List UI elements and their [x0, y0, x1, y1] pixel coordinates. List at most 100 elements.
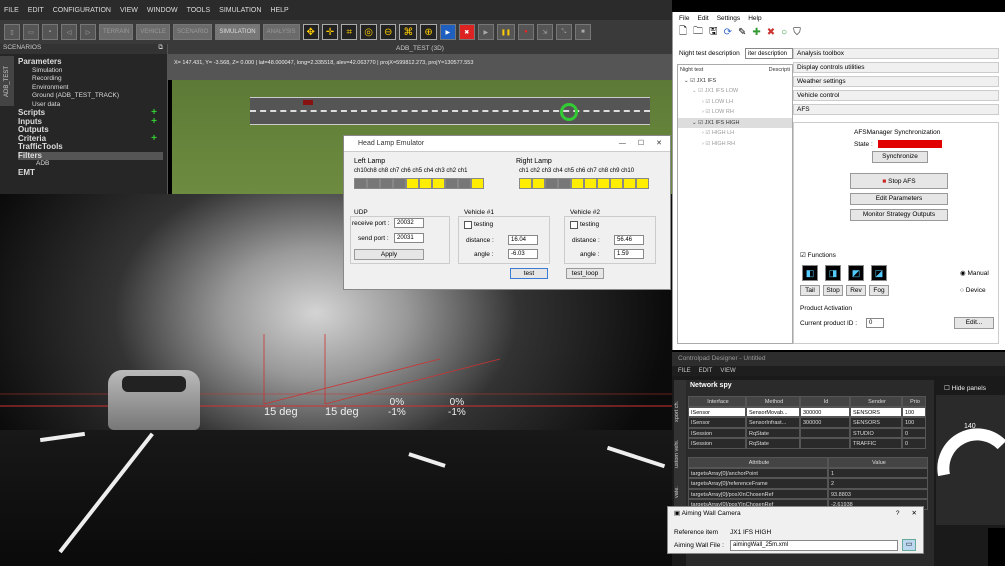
tree-node-ifs-low[interactable]: ⌄ ☑ JX1 IFS LOW — [678, 86, 792, 97]
aiming-wall-file-input[interactable]: aimingWall_25m.xml — [730, 540, 898, 551]
tab-scenario[interactable]: SCENARIO — [173, 24, 213, 40]
manual-radio[interactable]: ◉ Manual — [960, 269, 989, 277]
tab-vehicle[interactable]: VEHICLE — [136, 24, 171, 40]
vehicle1-testing-checkbox[interactable] — [464, 221, 472, 229]
current-product-spinner[interactable]: 0 — [866, 318, 884, 328]
table-row[interactable]: ISensor SensorInfrast... 300000 SENSORS 100 — [688, 417, 926, 428]
tail-light-icon[interactable]: ◧ — [802, 265, 818, 281]
stop-light-icon[interactable]: ◨ — [825, 265, 841, 281]
resize-icon[interactable]: ⤡ — [555, 24, 572, 40]
pen-icon[interactable]: ✎ — [738, 27, 746, 38]
add-icon[interactable]: + — [151, 116, 163, 127]
edit-product-button[interactable]: Edit... — [954, 317, 994, 329]
crosshair-icon[interactable]: ✛ — [321, 24, 339, 40]
functions-checkbox[interactable]: ☑ — [800, 252, 806, 259]
afs-menu-help[interactable]: Help — [748, 15, 761, 22]
v1-distance-input[interactable]: 16.04 — [508, 235, 538, 245]
side-tab-custom-vehicle[interactable]: ustom vehi. — [674, 422, 680, 468]
edit-parameters-button[interactable]: Edit Parameters — [850, 193, 948, 205]
tree-emt[interactable]: EMT — [18, 168, 163, 178]
fog-button[interactable]: Fog — [869, 285, 889, 296]
minimize-icon[interactable]: — — [619, 136, 626, 151]
reverse-light-icon[interactable]: ◩ — [848, 265, 864, 281]
tab-weather-settings[interactable]: Weather settings — [793, 76, 999, 87]
send-port-input[interactable]: 20031 — [394, 233, 424, 243]
open-icon[interactable]: ▭ — [23, 24, 39, 40]
menu-help[interactable]: HELP — [270, 7, 288, 14]
browse-folder-icon[interactable]: ▭ — [902, 539, 916, 551]
menu-view[interactable]: VIEW — [120, 7, 138, 14]
tree-node-low-rh[interactable]: › ☑ LOW RH — [678, 107, 792, 118]
tree-node-high-rh[interactable]: › ☑ HIGH RH — [678, 139, 792, 150]
forward-icon[interactable]: ▷ — [80, 24, 96, 40]
test-loop-button[interactable]: test_loop — [566, 268, 604, 279]
v2-distance-input[interactable]: 56.46 — [614, 235, 644, 245]
tree-node-ifs-high[interactable]: ⌄ ☑ JX1 IFS HIGH — [678, 117, 792, 128]
minus-circle-icon[interactable]: ⊖ — [380, 24, 397, 40]
save-icon[interactable]: 🖫 — [709, 24, 718, 41]
cd-menu-edit[interactable]: EDIT — [699, 366, 713, 376]
tree-simulation[interactable]: Simulation — [18, 67, 163, 76]
stop-button[interactable]: Stop — [823, 285, 843, 296]
night-test-desc-input[interactable]: iter description — [745, 48, 793, 59]
table-row[interactable]: ISession RqState TRAFFIC 0 — [688, 438, 926, 449]
tree-ground[interactable]: Ground (ADB_TEST_TRACK) — [18, 92, 163, 101]
close-icon[interactable]: ✕ — [656, 136, 662, 151]
apply-button[interactable]: Apply — [354, 249, 424, 260]
help-icon[interactable]: ? — [896, 507, 900, 521]
tree-recording[interactable]: Recording — [18, 75, 163, 84]
export-icon[interactable]: ⇲ — [536, 24, 553, 40]
stop-x-icon[interactable]: ✖ — [458, 24, 475, 40]
table-row[interactable]: targetsArray[0]/posXInChosenRef 93.8803 — [688, 488, 928, 499]
synchronize-button[interactable]: Synchronize — [872, 151, 928, 163]
refresh-icon[interactable]: ⟳ — [724, 27, 732, 38]
target-icon[interactable]: ◎ — [360, 24, 378, 40]
afs-menu-file[interactable]: File — [679, 15, 689, 22]
tab-vehicle-control[interactable]: Vehicle control — [793, 90, 999, 101]
tree-adb[interactable]: ADB — [18, 160, 163, 169]
new-icon[interactable]: ▯ — [4, 24, 20, 40]
target-vehicle-icon[interactable] — [560, 103, 578, 121]
v1-angle-input[interactable]: -6.03 — [508, 249, 538, 259]
side-tab-adb-test[interactable]: ADB_TEST — [0, 56, 14, 106]
move-icon[interactable]: ✥ — [302, 24, 319, 40]
cd-menu-view[interactable]: VIEW — [720, 366, 735, 376]
tab-analysis[interactable]: ANALYSIS — [262, 24, 300, 40]
pause-icon[interactable]: ❚❚ — [496, 24, 515, 40]
menu-configuration[interactable]: CONFIGURATION — [53, 7, 111, 14]
side-tab-private[interactable]: vate. — [674, 468, 680, 498]
tail-button[interactable]: Tail — [800, 285, 820, 296]
tree-environment[interactable]: Environment — [18, 84, 163, 93]
tree-node-jx1-ifs[interactable]: ⌄ ☑ JX1 IFS — [678, 76, 792, 87]
tab-simulation[interactable]: SIMULATION — [215, 24, 260, 40]
remove-node-icon[interactable]: ✖ — [767, 27, 775, 38]
side-tab-export[interactable]: xport ch. — [674, 380, 680, 422]
menu-file[interactable]: FILE — [4, 7, 19, 14]
add-icon[interactable]: + — [151, 133, 163, 144]
rev-button[interactable]: Rev — [846, 285, 866, 296]
circle-icon[interactable]: ○ — [781, 27, 787, 38]
tab-afs[interactable]: AFS — [793, 104, 999, 115]
vehicle2-testing-checkbox[interactable] — [570, 221, 578, 229]
grid-icon[interactable]: ⌘ — [399, 24, 418, 40]
receive-port-input[interactable]: 20032 — [394, 218, 424, 228]
maximize-icon[interactable]: ☐ — [638, 136, 644, 151]
cd-menu-file[interactable]: FILE — [678, 366, 691, 376]
v2-angle-input[interactable]: 1.59 — [614, 249, 644, 259]
stop-afs-button[interactable]: ■ Stop AFS — [850, 173, 948, 189]
filter-icon[interactable]: ⛉ — [793, 27, 801, 38]
afs-menu-edit[interactable]: Edit — [697, 15, 708, 22]
speed-gauge[interactable]: 140 — [936, 395, 1005, 525]
square-icon[interactable]: ■ — [574, 24, 591, 40]
new-file-icon[interactable]: 🗋 — [679, 24, 687, 41]
table-row[interactable]: ISession RqState STUDIO 0 — [688, 427, 926, 438]
table-row[interactable]: targetsArray[0]/referenceFrame 2 — [688, 478, 928, 489]
menu-tools[interactable]: TOOLS — [187, 7, 211, 14]
fog-light-icon[interactable]: ◪ — [871, 265, 887, 281]
run-icon[interactable]: ▶ — [477, 24, 494, 40]
tree-node-high-lh[interactable]: › ☑ HIGH LH — [678, 128, 792, 139]
table-row[interactable]: ISensor SensorMovab... 300000 SENSORS 100 — [688, 406, 926, 417]
open-folder-icon[interactable]: 🗀 — [693, 24, 703, 41]
tree-filters[interactable]: Filters — [18, 151, 163, 160]
add-node-icon[interactable]: ✚ — [752, 27, 760, 38]
